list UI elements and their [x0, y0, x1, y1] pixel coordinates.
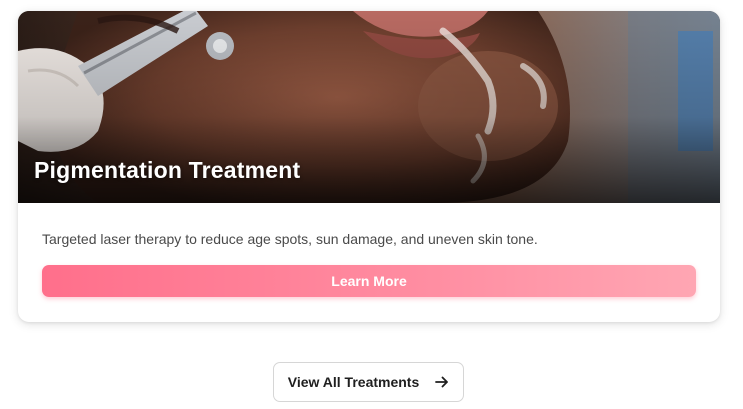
arrow-right-icon — [435, 376, 449, 388]
view-all-treatments-button[interactable]: View All Treatments — [273, 362, 464, 402]
treatment-card: Pigmentation Treatment Targeted laser th… — [18, 11, 720, 322]
treatment-description: Targeted laser therapy to reduce age spo… — [42, 231, 538, 247]
view-all-label: View All Treatments — [287, 374, 420, 390]
treatment-image: Pigmentation Treatment — [18, 11, 720, 203]
treatment-title: Pigmentation Treatment — [34, 157, 301, 183]
learn-more-button[interactable]: Learn More — [42, 265, 696, 297]
